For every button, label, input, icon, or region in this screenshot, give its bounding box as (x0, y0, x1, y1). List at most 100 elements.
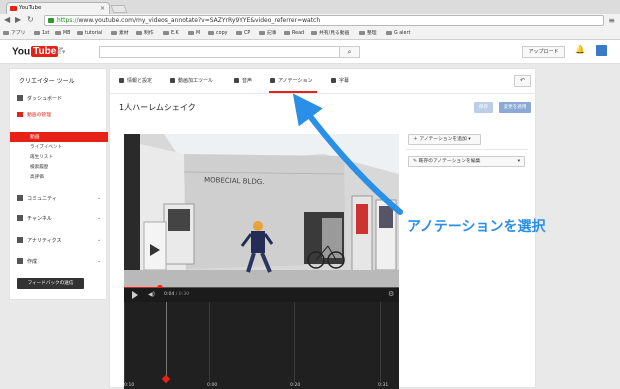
address-bar-row: ◀ ▶ ↻ https://www.youtube.com/my_videos_… (0, 14, 620, 28)
youtube-favicon-icon (10, 6, 17, 11)
video-manager-icon (17, 112, 23, 117)
sidebar-item-search-history[interactable]: 検索履歴 (30, 164, 48, 170)
bookmark-item[interactable]: copy (208, 28, 227, 39)
analytics-icon (17, 237, 23, 243)
folder-icon (208, 30, 214, 35)
bookmark-item[interactable]: CP (236, 28, 250, 39)
playhead-marker[interactable] (161, 374, 171, 384)
lock-icon (48, 18, 54, 23)
search-icon: ⌕ (347, 48, 352, 56)
forward-arrow-icon[interactable]: ▶ (15, 15, 21, 24)
bookmarks-bar: アプリ 1st MB tutorial 素材 制作 E.K M copy CP … (0, 28, 620, 40)
annotation-panel: ＋ アノテーションを追加 ▾ ✎ 既存のアノテーションを編集 ▾ (406, 134, 528, 389)
video-player[interactable]: MOBECIAL BLDG. ◀) 0:04 / 0:30 ⚙ 0:10 0:0… (124, 134, 399, 389)
sidebar-item-live-events[interactable]: ライブイベント (30, 144, 62, 150)
video-frame[interactable]: MOBECIAL BLDG. (124, 134, 399, 288)
edit-existing-annotations-dropdown[interactable]: ✎ 既存のアノテーションを編集 ▾ (408, 156, 525, 167)
channel-icon (17, 215, 23, 221)
gear-icon[interactable]: ⚙ (388, 290, 394, 298)
annotation-timeline[interactable]: 0:10 0:00 0:20 0:31 (124, 302, 399, 389)
upload-button[interactable]: アップロード (522, 46, 565, 58)
new-tab-button[interactable] (110, 5, 128, 13)
browser-menu-icon[interactable]: ≡ (608, 16, 615, 25)
playhead-line (166, 302, 167, 379)
magic-wand-icon (170, 78, 175, 83)
bookmark-item[interactable]: アプリ (3, 28, 25, 39)
creator-tools-sidebar: クリエイター ツール ダッシュボード 動画の管理 動画 ライブイベント 再生リス… (9, 68, 108, 300)
reload-icon[interactable]: ↻ (27, 15, 34, 24)
sidebar-item-likes[interactable]: 高評価 (30, 174, 44, 180)
back-arrow-icon[interactable]: ◀ (4, 15, 10, 24)
tab-close-icon[interactable]: × (100, 3, 105, 14)
sidebar-item-channel[interactable]: チャンネル ⌄ (17, 215, 101, 222)
bookmark-item[interactable]: tutorial (77, 28, 102, 39)
feedback-button[interactable]: フィードバックの送信 (17, 278, 84, 289)
folder-icon (34, 30, 40, 35)
bookmark-item[interactable]: G alert (386, 28, 410, 39)
chevron-down-icon: ⌄ (97, 215, 102, 221)
sidebar-item-dashboard[interactable]: ダッシュボード (17, 95, 62, 102)
community-icon (17, 195, 23, 201)
chevron-down-icon: ⌄ (97, 195, 102, 201)
bookmark-item[interactable]: M (188, 28, 200, 39)
music-note-icon (234, 78, 239, 83)
timeline-gridline (124, 302, 125, 382)
browser-tab[interactable]: YouTube × (6, 2, 110, 14)
bookmark-item[interactable]: 素材 (111, 28, 129, 39)
apply-changes-button[interactable]: 変更を適用 (499, 102, 531, 113)
browser-chrome: YouTube × ◀ ▶ ↻ https://www.youtube.com/… (0, 0, 620, 40)
pencil-icon (119, 78, 124, 83)
tab-audio[interactable]: 音声 (234, 77, 252, 84)
address-bar[interactable]: https://www.youtube.com/my_videos_annota… (44, 15, 604, 26)
bookmark-item[interactable]: 制作 (136, 28, 154, 39)
player-controls: ◀) 0:04 / 0:30 ⚙ (124, 288, 399, 302)
bookmark-item[interactable]: E.K (163, 28, 179, 39)
active-tab-indicator (269, 91, 317, 93)
folder-icon (111, 30, 117, 35)
bookmark-item[interactable]: 整理 (359, 28, 377, 39)
folder-icon (359, 30, 365, 35)
divider (406, 149, 528, 150)
sidebar-item-playlists[interactable]: 再生リスト (30, 154, 53, 160)
duration: / 0:30 (175, 292, 190, 297)
tab-annotations[interactable]: アノテーション (270, 77, 312, 84)
alert-icon (386, 30, 392, 35)
tab-title: YouTube (19, 5, 42, 11)
tab-enhancements[interactable]: 動画加工ツール (170, 77, 213, 84)
folder-icon (236, 30, 242, 35)
speech-bubble-icon (270, 78, 275, 83)
timeline-gridline (209, 302, 210, 382)
sidebar-item-videos[interactable]: 動画 (10, 132, 108, 142)
bookmark-item[interactable]: 1st (34, 28, 49, 39)
bookmark-item[interactable]: 記事 (259, 28, 277, 39)
search-button[interactable]: ⌕ (339, 46, 360, 58)
save-button[interactable]: 保存 (474, 102, 493, 113)
timeline-gridline (380, 302, 381, 382)
bookmark-item[interactable]: 共有/見る動画 (311, 28, 349, 39)
create-icon (17, 258, 23, 264)
chevron-down-icon: ⌄ (97, 237, 102, 243)
volume-icon[interactable]: ◀) (148, 291, 155, 298)
folder-icon (77, 30, 83, 35)
youtube-header: You Tube JP ≡▾ ⌕ アップロード 🔔 (0, 40, 620, 64)
sidebar-item-community[interactable]: コミュニティ ⌄ (17, 195, 101, 202)
tab-info-settings[interactable]: 情報と設定 (119, 77, 152, 84)
folder-icon (284, 30, 290, 35)
sidebar-item-analytics[interactable]: アナリティクス ⌄ (17, 237, 101, 244)
folder-icon (55, 30, 61, 35)
sidebar-item-video-manager[interactable]: 動画の管理 (17, 111, 51, 118)
play-icon[interactable] (132, 291, 138, 299)
bookmark-item[interactable]: MB (55, 28, 70, 39)
avatar[interactable] (596, 45, 607, 56)
add-annotation-button[interactable]: ＋ アノテーションを追加 ▾ (408, 134, 481, 145)
bookmark-item[interactable]: Read (284, 28, 304, 39)
folder-icon (259, 30, 265, 35)
apps-icon (3, 30, 9, 35)
url-scheme: https:// (57, 17, 79, 24)
search-input[interactable] (99, 46, 359, 58)
tab-subtitles[interactable]: 字幕 (331, 77, 349, 84)
return-button[interactable]: ↶ (514, 75, 531, 87)
guide-menu-icon[interactable]: ≡▾ (56, 48, 65, 56)
notification-bell-icon[interactable]: 🔔 (575, 45, 585, 54)
sidebar-item-create[interactable]: 作成 ⌄ (17, 258, 101, 265)
